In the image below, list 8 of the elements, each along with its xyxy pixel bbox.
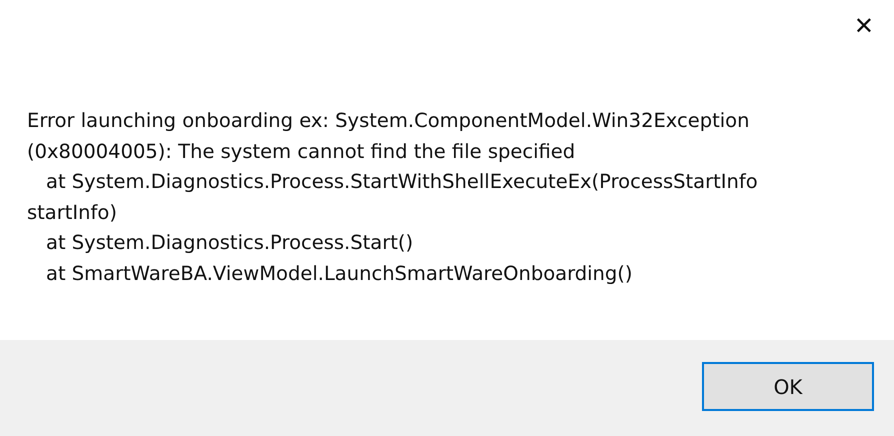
- error-message-line: startInfo): [27, 200, 117, 226]
- ok-button[interactable]: OK: [702, 362, 874, 411]
- close-button[interactable]: ✕: [848, 8, 880, 44]
- error-message-line: (0x80004005): The system cannot find the file specified: [27, 138, 576, 164]
- error-message-line: at System.Diagnostics.Process.StartWithShellExecuteEx(ProcessStartInfo: [46, 169, 758, 195]
- error-message-line: at System.Diagnostics.Process.Start(): [46, 230, 414, 256]
- error-message-line: Error launching onboarding ex: System.ComponentModel.Win32Exception: [27, 108, 750, 134]
- error-message-line: at SmartWareBA.ViewModel.LaunchSmartWareOnboarding(): [46, 260, 632, 286]
